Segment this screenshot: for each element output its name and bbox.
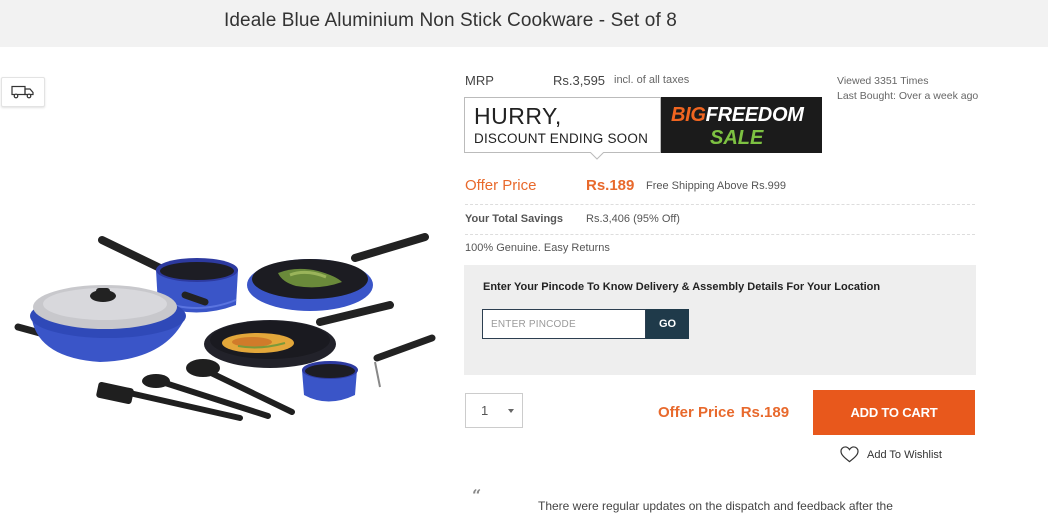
shipping-note: Free Shipping Above Rs.999: [646, 180, 787, 192]
sale-logo-freedom: FREEDOM: [705, 104, 804, 126]
mrp-label: MRP: [465, 73, 494, 88]
quantity-value: 1: [481, 403, 489, 418]
cart-offer-label: Offer Price: [658, 404, 735, 421]
banner-pointer-icon: [590, 152, 604, 160]
hurry-panel: HURRY, DISCOUNT ENDING SOON: [464, 97, 661, 153]
truck-icon: [11, 85, 34, 99]
genuine-note: 100% Genuine. Easy Returns: [465, 242, 610, 254]
product-stats: Viewed 3351 Times Last Bought: Over a we…: [837, 74, 978, 104]
savings-label: Your Total Savings: [465, 213, 563, 225]
caret-down-icon: [508, 409, 514, 413]
add-to-wishlist-button[interactable]: Add To Wishlist: [840, 446, 942, 463]
tax-note: incl. of all taxes: [614, 74, 690, 86]
heart-icon: [840, 446, 859, 463]
savings-value: Rs.3,406 (95% Off): [586, 213, 680, 225]
offer-price-row: Offer Price Rs.189 Free Shipping Above R…: [465, 176, 975, 205]
add-to-cart-button[interactable]: ADD TO CART: [813, 390, 975, 435]
quantity-select[interactable]: 1: [465, 393, 523, 428]
pincode-heading: Enter Your Pincode To Know Delivery & As…: [483, 281, 881, 293]
delivery-button[interactable]: [1, 77, 45, 107]
product-title: Ideale Blue Aluminium Non Stick Cookware…: [224, 10, 677, 31]
wishlist-label: Add To Wishlist: [867, 448, 942, 461]
view-count: Viewed 3351 Times: [837, 75, 929, 87]
cart-offer-price: Offer Price Rs.189: [658, 404, 789, 421]
product-image: [14, 233, 436, 421]
sale-banner[interactable]: HURRY, DISCOUNT ENDING SOON BIGFREEDOM S…: [464, 97, 822, 160]
savings-row: Your Total Savings Rs.3,406 (95% Off): [465, 212, 975, 235]
last-bought: Last Bought: Over a week ago: [837, 90, 979, 102]
cart-offer-value: Rs.189: [740, 404, 790, 421]
offer-price-label: Offer Price: [465, 177, 537, 194]
go-button[interactable]: GO: [646, 309, 689, 339]
pincode-input[interactable]: [482, 309, 646, 339]
quote-icon: “: [472, 486, 482, 505]
hurry-text: HURRY,: [474, 103, 562, 129]
offer-price-value: Rs.189: [586, 177, 635, 194]
review-text: There were regular updates on the dispat…: [538, 499, 893, 513]
pincode-box: Enter Your Pincode To Know Delivery & As…: [464, 265, 976, 375]
sale-logo-sale: SALE: [710, 127, 764, 149]
frying-pan-back: [247, 233, 429, 311]
mrp-value: Rs.3,595: [553, 73, 606, 88]
discount-ending-text: DISCOUNT ENDING SOON: [474, 131, 649, 146]
sale-logo-big: BIG: [671, 104, 706, 126]
utensils: [96, 359, 295, 421]
big-freedom-sale-logo: BIGFREEDOM SALE: [661, 97, 822, 153]
frying-pan-front: [204, 301, 394, 368]
title-bar: Ideale Blue Aluminium Non Stick Cookware…: [0, 0, 1048, 47]
